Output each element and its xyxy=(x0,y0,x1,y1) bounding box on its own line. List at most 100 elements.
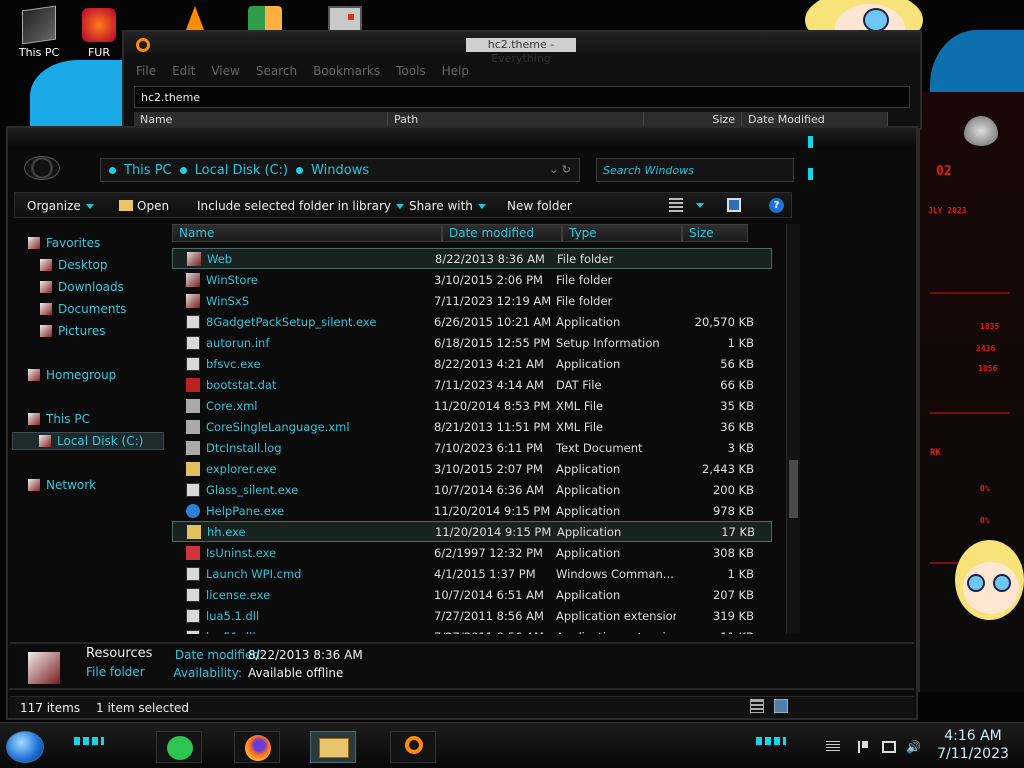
everything-titlebar[interactable]: hc2.theme - Everything xyxy=(124,32,920,65)
nav-pictures[interactable]: Pictures xyxy=(40,322,106,340)
taskbar-app-everything[interactable] xyxy=(390,731,436,763)
app-icon xyxy=(186,356,200,371)
cell-name: autorun.inf xyxy=(172,335,434,350)
file-name: bootstat.dat xyxy=(206,377,277,392)
file-name: hh.exe xyxy=(207,524,246,539)
nav-documents[interactable]: Documents xyxy=(40,300,126,318)
file-name: WinSxS xyxy=(206,293,250,308)
table-row[interactable]: Launch WPI.cmd 4/1/2015 1:37 PM Windows Co… xyxy=(172,563,772,584)
column-type[interactable]: Type xyxy=(562,224,682,242)
flag-icon[interactable] xyxy=(858,741,872,753)
cell-size: 978 KB xyxy=(712,503,754,518)
volume-icon[interactable]: 🔊 xyxy=(906,741,921,753)
text-icon xyxy=(186,440,200,455)
view-options-icon[interactable] xyxy=(669,198,683,212)
table-row[interactable]: Core.xml 11/20/2014 8:53 PM XML File 35 KB xyxy=(172,395,772,416)
app-icon xyxy=(186,587,200,602)
cell-name: lua51.dll xyxy=(172,629,434,634)
table-row[interactable]: hh.exe 11/20/2014 9:15 PM Application 17 KB xyxy=(172,521,772,542)
taskbar-app-explorer[interactable] xyxy=(310,731,356,763)
include-in-library-button[interactable]: Include selected folder in library xyxy=(197,199,404,213)
column-size[interactable]: Size xyxy=(682,224,748,242)
nav-desktop[interactable]: Desktop xyxy=(40,256,108,274)
table-row[interactable]: bfsvc.exe 8/22/2013 4:21 AM Application 56 … xyxy=(172,353,772,374)
menu-bookmarks[interactable]: Bookmarks xyxy=(313,64,380,80)
furmark-icon xyxy=(82,8,116,42)
start-button[interactable] xyxy=(6,731,44,763)
column-date-modified[interactable]: Date modified xyxy=(442,224,562,242)
cell-name: DtcInstall.log xyxy=(172,440,434,455)
table-row[interactable]: WinSxS 7/11/2023 12:19 AM File folder xyxy=(172,290,772,311)
open-button[interactable]: Open xyxy=(119,199,169,213)
help-icon xyxy=(186,503,200,518)
table-row[interactable]: Glass_silent.exe 10/7/2014 6:36 AM Applica… xyxy=(172,479,772,500)
cell-type: Application xyxy=(556,587,621,602)
table-row[interactable]: IsUninst.exe 6/2/1997 12:32 PM Application… xyxy=(172,542,772,563)
back-forward-button[interactable] xyxy=(24,156,60,180)
nav-local-disk[interactable]: Local Disk (C:) xyxy=(12,432,164,450)
explorer-window[interactable]: This PC Local Disk (C:) Windows ⌄ ↻ Sear… xyxy=(6,126,918,720)
refresh-icon[interactable]: ⌄ ↻ xyxy=(549,163,571,176)
table-row[interactable]: WinStore 3/10/2015 2:06 PM File folder xyxy=(172,269,772,290)
chevron-down-icon[interactable] xyxy=(696,203,704,208)
nav-downloads[interactable]: Downloads xyxy=(40,278,124,296)
cell-type: File folder xyxy=(557,251,614,266)
taskbar-app-firefox[interactable] xyxy=(234,731,280,763)
table-row[interactable]: lua5.1.dll 7/27/2011 8:56 AM Application e… xyxy=(172,605,772,626)
breadcrumb-windows[interactable]: Windows xyxy=(311,163,369,178)
cell-name: WinStore xyxy=(172,272,434,287)
table-row[interactable]: CoreSingleLanguage.xml 8/21/2013 11:51 PM… xyxy=(172,416,772,437)
taskbar-app-notes[interactable] xyxy=(156,731,202,763)
help-icon[interactable]: ? xyxy=(769,198,784,213)
vertical-scrollbar[interactable] xyxy=(786,224,800,634)
menu-tools[interactable]: Tools xyxy=(396,64,426,80)
system-clock[interactable]: 4:16 AM 7/11/2023 xyxy=(928,727,1018,763)
everything-search-input[interactable]: hc2.theme xyxy=(134,86,910,108)
details-view-icon[interactable] xyxy=(750,699,764,713)
menu-help[interactable]: Help xyxy=(442,64,469,80)
dll-icon xyxy=(186,629,200,634)
table-row[interactable]: lua51.dll 7/27/2011 8:56 AMApplication ex… xyxy=(172,626,772,634)
picture-icon xyxy=(40,325,52,337)
setup-icon xyxy=(186,335,200,350)
cell-name: hh.exe xyxy=(173,524,435,539)
nav-network[interactable]: Network xyxy=(28,476,96,494)
cell-size: 2,443 KB xyxy=(701,461,754,476)
breadcrumb[interactable]: This PC Local Disk (C:) Windows ⌄ ↻ xyxy=(100,158,580,182)
table-row[interactable]: 8GadgetPackSetup_silent.exe 6/26/2015 10:… xyxy=(172,311,772,332)
cell-date: 3/10/2015 2:07 PM xyxy=(434,461,543,476)
breadcrumb-local-disk[interactable]: Local Disk (C:) xyxy=(195,163,288,178)
nav-homegroup[interactable]: Homegroup xyxy=(28,366,116,384)
taskbar-menu-icon[interactable] xyxy=(826,741,840,753)
everything-app-icon xyxy=(136,38,150,52)
table-row[interactable]: license.exe 10/7/2014 6:51 AM Application 2… xyxy=(172,584,772,605)
table-row[interactable]: autorun.inf 6/18/2015 12:55 PM Setup Infor… xyxy=(172,332,772,353)
menu-edit[interactable]: Edit xyxy=(172,64,195,80)
scrollbar-thumb[interactable] xyxy=(789,460,798,518)
share-with-button[interactable]: Share with xyxy=(409,199,486,213)
table-row[interactable]: explorer.exe 3/10/2015 2:07 PM Application… xyxy=(172,458,772,479)
breadcrumb-this-pc[interactable]: This PC xyxy=(124,163,172,178)
everything-window[interactable]: hc2.theme - Everything File Edit View Se… xyxy=(122,30,922,130)
cell-size: 36 KB xyxy=(720,419,754,434)
homegroup-icon xyxy=(28,369,40,381)
cell-date: 11/20/2014 8:53 PM xyxy=(434,398,551,413)
network-icon[interactable] xyxy=(882,741,896,753)
column-name[interactable]: Name xyxy=(172,224,442,242)
large-icons-view-icon[interactable] xyxy=(774,699,788,713)
menu-file[interactable]: File xyxy=(136,64,156,80)
vlc-icon[interactable] xyxy=(186,6,204,30)
menu-view[interactable]: View xyxy=(211,64,239,80)
organize-button[interactable]: Organize xyxy=(27,199,94,213)
new-folder-button[interactable]: New folder xyxy=(507,199,572,213)
clock-date: 7/11/2023 xyxy=(937,746,1009,762)
table-row[interactable]: DtcInstall.log 7/10/2023 6:11 PM Text Docu… xyxy=(172,437,772,458)
nav-favorites[interactable]: Favorites xyxy=(28,234,100,252)
search-input[interactable]: Search Windows xyxy=(596,158,794,182)
nav-this-pc[interactable]: This PC xyxy=(28,410,90,428)
menu-search[interactable]: Search xyxy=(256,64,297,80)
preview-pane-icon[interactable] xyxy=(727,198,741,212)
table-row[interactable]: HelpPane.exe 11/20/2014 9:15 PM Applicatio… xyxy=(172,500,772,521)
table-row[interactable]: bootstat.dat 7/11/2023 4:14 AM DAT File 66 … xyxy=(172,374,772,395)
table-row[interactable]: Web 8/22/2013 8:36 AM File folder xyxy=(172,248,772,269)
